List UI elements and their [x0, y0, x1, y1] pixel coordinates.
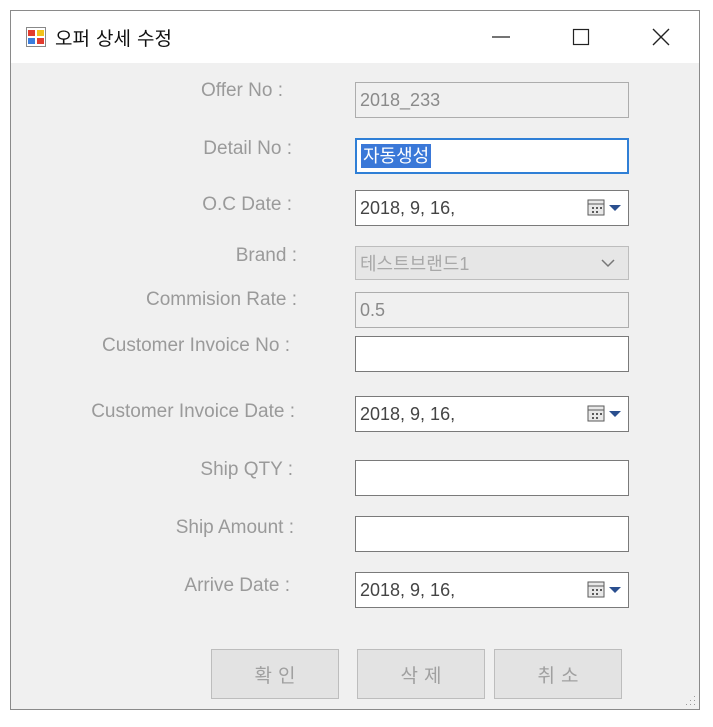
minimize-icon [492, 36, 510, 38]
cancel-button[interactable]: 취 소 [494, 649, 622, 699]
brand-label: Brand : [235, 245, 297, 266]
arrive-date-picker[interactable]: 2018, 9, 16, [355, 572, 629, 608]
commision-rate-value: 0.5 [360, 299, 386, 320]
brand-combobox[interactable]: 테스트브랜드1 [355, 246, 629, 280]
maximize-icon [572, 28, 590, 46]
maximize-button[interactable] [546, 11, 616, 63]
window-title: 오퍼 상세 수정 [55, 28, 172, 50]
offer-no-label: Offer No : [200, 80, 283, 101]
minimize-button[interactable] [466, 11, 536, 63]
ship-qty-label: Ship QTY : [200, 459, 293, 480]
customer-invoice-date-label: Customer Invoice Date : [91, 401, 295, 422]
arrive-date-calendar-button[interactable] [584, 573, 628, 607]
commision-rate-field[interactable]: 0.5 [355, 292, 629, 328]
oc-date-picker[interactable]: 2018, 9, 16, [355, 190, 629, 226]
offer-no-value: 2018_233 [360, 89, 441, 110]
detail-no-field[interactable]: 자동생성 [355, 138, 629, 174]
ok-button[interactable]: 확 인 [211, 649, 339, 699]
app-icon [26, 27, 46, 47]
customer-invoice-date-calendar-button[interactable] [584, 397, 628, 431]
title-bar[interactable]: 오퍼 상세 수정 [11, 11, 699, 63]
customer-invoice-date-value: 2018, 9, 16, [360, 403, 456, 424]
commision-rate-label: Commision Rate : [146, 289, 297, 310]
oc-date-value: 2018, 9, 16, [360, 197, 456, 218]
oc-date-calendar-button[interactable] [584, 191, 628, 225]
oc-date-label: O.C Date : [202, 194, 292, 215]
detail-no-label: Detail No : [203, 138, 292, 159]
calendar-icon [587, 581, 621, 598]
customer-invoice-no-input[interactable] [355, 336, 629, 372]
close-icon [652, 28, 670, 46]
chevron-down-icon[interactable] [588, 258, 628, 268]
offer-no-field[interactable]: 2018_233 [355, 82, 629, 118]
delete-button[interactable]: 삭 제 [357, 649, 485, 699]
customer-invoice-no-label: Customer Invoice No : [102, 335, 290, 356]
ship-amount-input[interactable] [355, 516, 629, 552]
resize-grip-icon[interactable] [684, 694, 696, 706]
brand-value: 테스트브랜드1 [360, 254, 470, 274]
form-area: Offer No : 2018_233 Detail No : 자동생성 O.C… [11, 63, 699, 709]
detail-no-value: 자동생성 [361, 144, 432, 168]
calendar-icon [587, 199, 621, 216]
ship-qty-input[interactable] [355, 460, 629, 496]
dialog-window: 오퍼 상세 수정 Offer No : 2018_233 Detail No :… [10, 10, 700, 710]
ship-amount-label: Ship Amount : [175, 517, 294, 538]
arrive-date-value: 2018, 9, 16, [360, 579, 456, 600]
close-button[interactable] [626, 11, 696, 63]
calendar-icon [587, 405, 621, 422]
customer-invoice-date-picker[interactable]: 2018, 9, 16, [355, 396, 629, 432]
arrive-date-label: Arrive Date : [184, 575, 290, 596]
